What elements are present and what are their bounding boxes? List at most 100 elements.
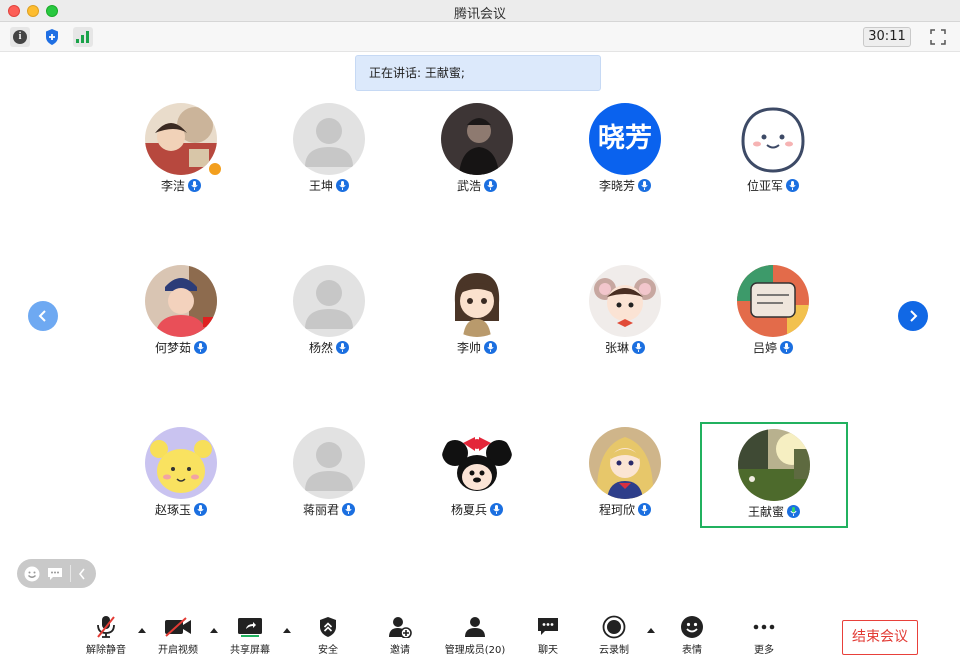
- participant-name: 吕婷: [699, 339, 847, 356]
- participant-tile[interactable]: 蒋丽君: [255, 420, 403, 526]
- window-title: 腾讯会议: [453, 7, 506, 22]
- microphone-icon: [638, 179, 651, 192]
- record-icon: [602, 615, 626, 639]
- participant-tile[interactable]: 杨然: [255, 258, 403, 364]
- participant-name: 赵琢玉: [107, 501, 255, 518]
- participant-tile-active-speaker[interactable]: 王献蜜: [700, 422, 848, 528]
- video-options-caret[interactable]: [210, 628, 218, 633]
- audio-options-caret[interactable]: [138, 628, 146, 633]
- text-avatar: 晓芳: [589, 103, 661, 175]
- avatar: [145, 427, 217, 499]
- participant-name: 蒋丽君: [255, 501, 403, 518]
- record-options-caret[interactable]: [647, 628, 655, 633]
- participant-name: 何梦茹: [107, 339, 255, 356]
- participant-name: 王坤: [255, 177, 403, 194]
- avatar: [738, 429, 810, 501]
- default-avatar-icon: [293, 103, 365, 175]
- start-video-button[interactable]: 开启视频: [154, 614, 202, 658]
- floating-reactions-bar: [17, 559, 96, 588]
- muted-microphone-icon: [97, 616, 115, 638]
- chevron-left-icon: [38, 310, 46, 322]
- microphone-icon: [484, 179, 497, 192]
- participant-tile[interactable]: 程珂欣: [551, 420, 699, 526]
- signal-bars-icon: [76, 31, 89, 43]
- microphone-icon: [188, 179, 201, 192]
- more-button[interactable]: 更多: [742, 614, 786, 658]
- info-icon: i: [13, 30, 27, 44]
- microphone-icon: [194, 341, 207, 354]
- meeting-info-button[interactable]: i: [10, 27, 30, 47]
- participant-tile[interactable]: 王坤: [255, 96, 403, 202]
- microphone-icon: [336, 341, 349, 354]
- chat-bubble-icon[interactable]: [47, 567, 63, 581]
- manage-members-button[interactable]: 管理成员(20): [441, 614, 509, 658]
- fullscreen-icon: [930, 29, 946, 45]
- participant-tile[interactable]: 张琳: [551, 258, 699, 364]
- microphone-icon: [490, 503, 503, 516]
- smiley-icon: [681, 616, 703, 638]
- shield-icon: [320, 617, 336, 637]
- avatar: [589, 427, 661, 499]
- speaking-indicator: 正在讲话: 王献蜜;: [355, 55, 601, 91]
- fullscreen-button[interactable]: [928, 27, 948, 47]
- participant-tile[interactable]: 李洁: [107, 96, 255, 202]
- add-user-icon: [389, 617, 412, 638]
- invite-button[interactable]: 邀请: [378, 614, 422, 658]
- participant-tile[interactable]: 李帅: [403, 258, 551, 364]
- participant-tile[interactable]: 何梦茹: [107, 258, 255, 364]
- participant-name: 张琳: [551, 339, 699, 356]
- avatar: [589, 265, 661, 337]
- collapse-chevron-icon[interactable]: [78, 568, 86, 580]
- microphone-icon: [194, 503, 207, 516]
- default-avatar-icon: [293, 427, 365, 499]
- avatar: [441, 427, 513, 499]
- share-screen-icon: [238, 618, 262, 637]
- avatar: [737, 265, 809, 337]
- avatar: [145, 103, 217, 175]
- microphone-icon: [342, 503, 355, 516]
- microphone-icon: [632, 341, 645, 354]
- network-status-button[interactable]: [73, 27, 93, 47]
- smiley-icon[interactable]: [24, 566, 40, 582]
- security-status-button[interactable]: [42, 27, 62, 47]
- title-bar: 腾讯会议: [0, 0, 960, 22]
- participant-tile[interactable]: 位亚军: [699, 96, 847, 202]
- avatar: [145, 265, 217, 337]
- chat-button[interactable]: 聊天: [526, 614, 570, 658]
- end-meeting-button[interactable]: 结束会议: [842, 620, 918, 655]
- microphone-active-icon: [787, 505, 800, 518]
- divider: [70, 565, 71, 582]
- chevron-right-icon: [910, 310, 918, 322]
- participant-name: 王献蜜: [702, 503, 846, 520]
- security-button[interactable]: 安全: [306, 614, 350, 658]
- participant-name: 杨然: [255, 339, 403, 356]
- meeting-window: 腾讯会议 i 30:11 正在讲话: 王献蜜; 李洁 王坤 武浩 晓芳 李晓芳 …: [0, 0, 960, 666]
- participant-tile[interactable]: 武浩: [403, 96, 551, 202]
- unmute-button[interactable]: 解除静音: [82, 614, 130, 658]
- participant-tile[interactable]: 晓芳 李晓芳: [551, 96, 699, 202]
- host-badge-icon: [207, 161, 223, 177]
- members-icon: [465, 617, 485, 637]
- previous-page-button[interactable]: [28, 301, 58, 331]
- video-off-icon: [165, 617, 191, 637]
- bottom-toolbar: 解除静音 开启视频 共享屏幕 安全 邀请 管理成员(20) 聊天 云录制 表情 …: [0, 604, 960, 666]
- share-screen-button[interactable]: 共享屏幕: [226, 614, 274, 658]
- shield-icon: [46, 29, 58, 45]
- microphone-icon: [786, 179, 799, 192]
- reactions-button[interactable]: 表情: [670, 614, 714, 658]
- participant-name: 李晓芳: [551, 177, 699, 194]
- share-options-caret[interactable]: [283, 628, 291, 633]
- participant-tile[interactable]: 吕婷: [699, 258, 847, 364]
- next-page-button[interactable]: [898, 301, 928, 331]
- participant-tile[interactable]: 杨夏兵: [403, 420, 551, 526]
- default-avatar-icon: [293, 265, 365, 337]
- participant-name: 程珂欣: [551, 501, 699, 518]
- cloud-record-button[interactable]: 云录制: [592, 614, 636, 658]
- participant-name: 位亚军: [699, 177, 847, 194]
- avatar: [737, 103, 809, 175]
- chat-icon: [538, 618, 558, 635]
- participant-name: 杨夏兵: [403, 501, 551, 518]
- participant-tile[interactable]: 赵琢玉: [107, 420, 255, 526]
- participant-name: 武浩: [403, 177, 551, 194]
- microphone-icon: [484, 341, 497, 354]
